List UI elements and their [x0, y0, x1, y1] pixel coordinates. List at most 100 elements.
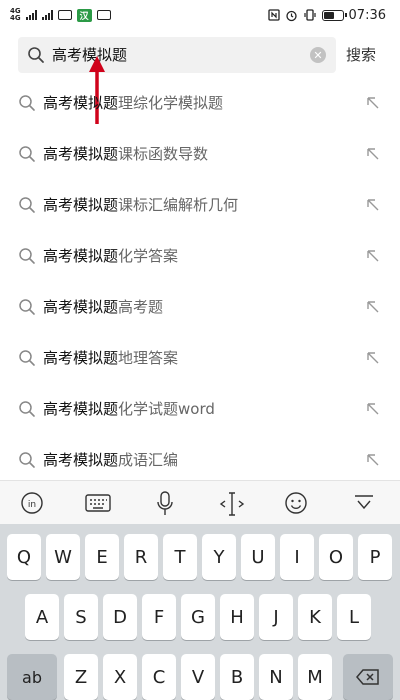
suggestion-prefix: 高考模拟题: [43, 298, 119, 316]
key-z[interactable]: Z: [64, 654, 98, 700]
signal-icon-2: [41, 10, 53, 20]
notification-icon: [57, 10, 72, 20]
fill-query-arrow-icon[interactable]: [366, 453, 380, 467]
fill-query-arrow-icon[interactable]: [366, 300, 380, 314]
fill-query-arrow-icon[interactable]: [366, 147, 380, 161]
key-f[interactable]: F: [142, 594, 176, 640]
fill-query-arrow-icon[interactable]: [366, 351, 380, 365]
shift-key[interactable]: ab: [7, 654, 57, 700]
key-u[interactable]: U: [241, 534, 275, 580]
key-r[interactable]: R: [124, 534, 158, 580]
fill-query-arrow-icon[interactable]: [366, 198, 380, 212]
fill-query-arrow-icon[interactable]: [366, 96, 380, 110]
suggestion-suffix: 成语汇编: [118, 451, 179, 469]
search-icon: [19, 95, 35, 111]
key-y[interactable]: Y: [202, 534, 236, 580]
status-right: 07:36: [267, 7, 386, 23]
key-b[interactable]: B: [220, 654, 254, 700]
search-field[interactable]: ✕: [18, 37, 336, 73]
search-button[interactable]: 搜索: [346, 35, 376, 75]
suggestion-suffix: 化学答案: [118, 247, 179, 265]
nfc-icon: [267, 9, 280, 21]
suggestion-item[interactable]: 高考模拟题高考题: [0, 282, 400, 333]
keyboard: Q W E R T Y U I O P A S D F G H J K Lab Z X C V B N M: [0, 524, 400, 700]
suggestion-suffix: 化学试题word: [118, 400, 215, 418]
key-s[interactable]: S: [64, 594, 98, 640]
clear-icon[interactable]: ✕: [310, 47, 326, 63]
suggestion-text: 高考模拟题理综化学模拟题: [43, 78, 223, 129]
key-j[interactable]: J: [259, 594, 293, 640]
search-icon: [28, 47, 44, 63]
suggestion-prefix: 高考模拟题: [43, 196, 119, 214]
key-e[interactable]: E: [85, 534, 119, 580]
key-q[interactable]: Q: [7, 534, 41, 580]
key-p[interactable]: P: [358, 534, 392, 580]
key-m[interactable]: M: [298, 654, 332, 700]
suggestion-prefix: 高考模拟题: [43, 247, 119, 265]
key-x[interactable]: X: [103, 654, 137, 700]
search-icon: [19, 452, 35, 468]
key-h[interactable]: H: [220, 594, 254, 640]
suggestion-list: 高考模拟题理综化学模拟题 高考模拟题课标函数导数 高考模拟题课标汇编解析几何 高考模拟…: [0, 78, 400, 480]
notification-icon-2: [96, 10, 111, 20]
suggestion-item[interactable]: 高考模拟题成语汇编: [0, 435, 400, 480]
suggestion-suffix: 课标函数导数: [118, 145, 209, 163]
suggestion-suffix: 理综化学模拟题: [118, 94, 224, 112]
suggestion-prefix: 高考模拟题: [43, 349, 119, 367]
alarm-icon: [285, 10, 297, 21]
suggestion-text: 高考模拟题地理答案: [43, 333, 178, 384]
suggestion-text: 高考模拟题化学答案: [43, 231, 178, 282]
key-g[interactable]: G: [181, 594, 215, 640]
suggestion-text: 高考模拟题成语汇编: [43, 435, 178, 480]
signal-icon: [25, 10, 37, 20]
suggestion-prefix: 高考模拟题: [43, 451, 119, 469]
collapse-keyboard-icon[interactable]: [352, 491, 376, 515]
status-bar: 4G 4G 汉 07:36: [0, 0, 400, 30]
key-c[interactable]: C: [142, 654, 176, 700]
microphone-icon[interactable]: [155, 491, 175, 517]
cursor-icon[interactable]: [219, 491, 245, 517]
key-v[interactable]: V: [181, 654, 215, 700]
status-left: 4G 4G 汉: [10, 8, 111, 22]
backspace-key[interactable]: [343, 654, 393, 700]
suggestion-suffix: 地理答案: [118, 349, 179, 367]
network-type: 4G 4G: [10, 7, 21, 22]
key-t[interactable]: T: [163, 534, 197, 580]
input-method-icon[interactable]: in: [20, 491, 44, 515]
fill-query-arrow-icon[interactable]: [366, 402, 380, 416]
suggestion-item[interactable]: 高考模拟题课标函数导数: [0, 129, 400, 180]
emoji-icon[interactable]: [284, 491, 308, 515]
key-l[interactable]: L: [337, 594, 371, 640]
suggestion-item[interactable]: 高考模拟题地理答案: [0, 333, 400, 384]
key-k[interactable]: K: [298, 594, 332, 640]
key-o[interactable]: O: [319, 534, 353, 580]
search-icon: [19, 299, 35, 315]
suggestion-text: 高考模拟题课标汇编解析几何: [43, 180, 238, 231]
suggestion-prefix: 高考模拟题: [43, 145, 119, 163]
suggestion-suffix: 高考题: [118, 298, 164, 316]
suggestion-item[interactable]: 高考模拟题化学答案: [0, 231, 400, 282]
fill-query-arrow-icon[interactable]: [366, 249, 380, 263]
suggestion-item[interactable]: 高考模拟题课标汇编解析几何: [0, 180, 400, 231]
suggestion-text: 高考模拟题化学试题word: [43, 384, 215, 435]
keyboard-toolbar: in: [0, 480, 400, 524]
key-n[interactable]: N: [259, 654, 293, 700]
key-d[interactable]: D: [103, 594, 137, 640]
suggestion-item[interactable]: 高考模拟题理综化学模拟题: [0, 78, 400, 129]
suggestion-text: 高考模拟题课标函数导数: [43, 129, 208, 180]
keyboard-icon[interactable]: [85, 493, 111, 513]
search-icon: [19, 146, 35, 162]
search-icon: [19, 248, 35, 264]
search-icon: [19, 401, 35, 417]
search-bar: ✕ 搜索: [0, 35, 400, 75]
suggestion-prefix: 高考模拟题: [43, 400, 119, 418]
app-notification-icon: 汉: [76, 8, 92, 22]
key-w[interactable]: W: [46, 534, 80, 580]
suggestion-item[interactable]: 高考模拟题化学试题word: [0, 384, 400, 435]
clock: 07:36: [348, 7, 386, 23]
vibrate-icon: [303, 9, 316, 21]
backspace-icon: [356, 669, 379, 685]
key-a[interactable]: A: [25, 594, 59, 640]
key-i[interactable]: I: [280, 534, 314, 580]
search-icon: [19, 197, 35, 213]
